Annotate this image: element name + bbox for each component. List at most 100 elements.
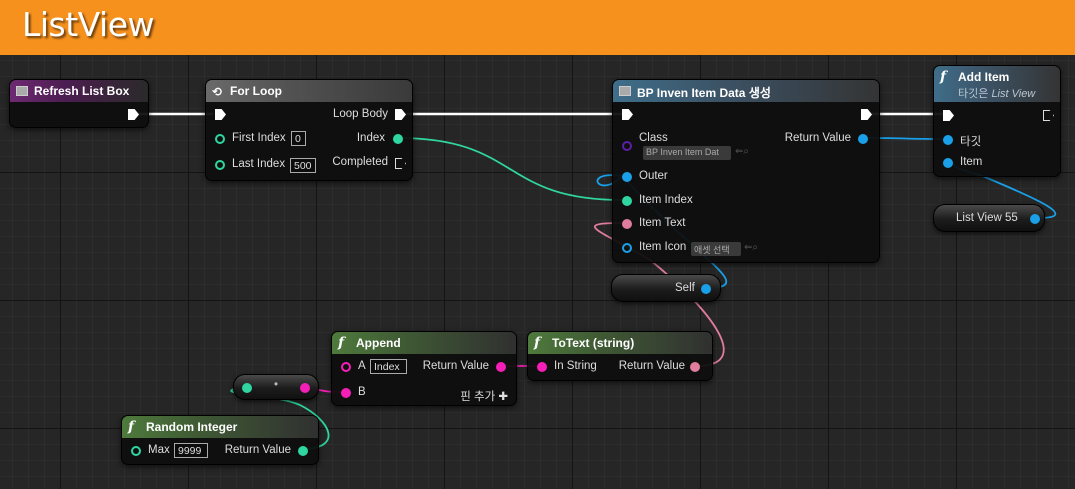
return-value-label: Return Value — [224, 444, 291, 456]
node-header: ⟲ For Loop — [206, 80, 412, 102]
self-node[interactable]: Self — [611, 274, 721, 302]
graph-title: ListView — [22, 5, 155, 44]
exec-in-pin[interactable] — [215, 109, 226, 120]
variable-out-pin[interactable] — [1030, 214, 1040, 224]
target-label: 타깃 — [960, 136, 982, 148]
node-subtitle: 타깃은 List View — [958, 85, 1035, 101]
exec-out-pin[interactable] — [1043, 110, 1054, 121]
construct-bp-inven-item-data-node[interactable]: BP Inven Item Data 생성 Class BP Inven Ite… — [612, 79, 880, 263]
function-icon: f — [940, 69, 947, 85]
list-view-variable-node[interactable]: List View 55 — [933, 204, 1045, 232]
item-index-pin[interactable] — [622, 196, 632, 206]
node-header: f ToText (string) — [528, 332, 712, 354]
target-pin[interactable] — [943, 135, 953, 145]
item-icon-pin[interactable] — [622, 243, 632, 253]
function-icon: f — [338, 335, 345, 351]
random-integer-node[interactable]: f Random Integer Max 9999 Return Value — [121, 415, 319, 465]
conversion-node[interactable]: • — [233, 374, 319, 400]
plus-icon: ✚ — [498, 391, 508, 403]
exec-in-pin[interactable] — [943, 110, 954, 121]
a-label: A — [358, 360, 366, 372]
first-index-pin[interactable] — [215, 134, 225, 144]
construct-icon — [619, 86, 631, 96]
node-title: Append — [356, 336, 401, 350]
for-loop-node[interactable]: ⟲ For Loop First Index 0 Last Index 500 … — [205, 79, 413, 181]
int-wire — [397, 137, 623, 201]
refresh-list-box-node[interactable]: Refresh List Box — [9, 79, 149, 128]
exec-out-pin[interactable] — [128, 109, 139, 120]
item-text-label: Item Text — [639, 217, 686, 229]
last-index-label: Last Index — [232, 158, 286, 170]
exec-in-pin[interactable] — [622, 109, 633, 120]
title-bar: ListView — [0, 0, 1075, 55]
node-title: Random Integer — [146, 420, 238, 434]
item-label: Item — [960, 156, 983, 168]
conversion-out-pin[interactable] — [300, 383, 310, 393]
node-header: Refresh List Box — [10, 80, 148, 102]
a-pin[interactable] — [341, 362, 351, 372]
event-icon — [16, 86, 28, 96]
node-header: f Append — [332, 332, 516, 354]
max-pin[interactable] — [131, 446, 141, 456]
self-label: Self — [675, 282, 695, 294]
append-node[interactable]: f Append A Index B Return Value 핀 추가 ✚ — [331, 331, 517, 406]
item-icon-dropdown[interactable]: 애셋 선택 — [691, 242, 741, 256]
index-label: Index — [356, 132, 385, 144]
node-header: BP Inven Item Data 생성 — [613, 80, 879, 102]
add-item-node[interactable]: f Add Item 타깃은 List View 타깃 Item — [933, 65, 1061, 177]
outer-label: Outer — [639, 170, 668, 182]
node-title: BP Inven Item Data 생성 — [637, 86, 771, 100]
node-header: f Add Item 타깃은 List View — [934, 66, 1060, 102]
first-index-field[interactable]: 0 — [291, 131, 306, 146]
function-icon: f — [128, 419, 135, 435]
loop-body-label: Loop Body — [333, 108, 388, 120]
loop-body-pin[interactable] — [395, 109, 406, 120]
b-pin[interactable] — [341, 388, 351, 398]
variable-label: List View 55 — [956, 212, 1018, 224]
return-value-label: Return Value — [784, 132, 851, 144]
return-value-pin[interactable] — [298, 446, 308, 456]
subtitle-target: List View — [991, 88, 1036, 100]
node-title: ToText (string) — [552, 336, 635, 350]
completed-pin[interactable] — [395, 158, 406, 169]
class-dropdown[interactable]: BP Inven Item Dat — [643, 146, 731, 160]
outer-pin[interactable] — [622, 172, 632, 182]
a-field[interactable]: Index — [370, 359, 407, 374]
add-pin-button[interactable]: 핀 추가 ✚ — [460, 388, 508, 404]
subtitle-prefix: 타깃은 — [958, 88, 989, 100]
function-icon: f — [534, 335, 541, 351]
item-icon-label: Item Icon — [639, 241, 687, 253]
item-pin[interactable] — [943, 158, 953, 168]
in-string-label: In String — [554, 360, 597, 372]
add-pin-label: 핀 추가 — [460, 391, 496, 403]
item-text-pin[interactable] — [622, 219, 632, 229]
asset-browse-icon[interactable]: ⇐⌕ — [744, 242, 758, 253]
return-value-label: Return Value — [618, 360, 685, 372]
node-title: For Loop — [230, 84, 282, 98]
b-label: B — [358, 386, 366, 398]
conversion-in-pin[interactable] — [242, 383, 252, 393]
loop-icon: ⟲ — [212, 85, 223, 99]
return-value-label: Return Value — [422, 360, 489, 372]
last-index-field[interactable]: 500 — [290, 158, 316, 173]
node-header: f Random Integer — [122, 416, 318, 438]
to-text-string-node[interactable]: f ToText (string) In String Return Value — [527, 331, 713, 381]
node-title: Refresh List Box — [34, 84, 130, 98]
return-value-pin[interactable] — [858, 134, 868, 144]
return-value-pin[interactable] — [690, 362, 700, 372]
max-label: Max — [148, 444, 170, 456]
return-value-pin[interactable] — [496, 362, 506, 372]
last-index-pin[interactable] — [215, 160, 225, 170]
first-index-label: First Index — [232, 132, 286, 144]
class-label: Class — [639, 132, 668, 144]
completed-label: Completed — [332, 156, 388, 168]
conversion-dot-icon: • — [274, 379, 279, 391]
class-pin[interactable] — [622, 141, 632, 151]
browse-icon[interactable]: ⇐⌕ — [735, 146, 749, 157]
exec-out-pin[interactable] — [861, 109, 872, 120]
self-out-pin[interactable] — [701, 284, 711, 294]
index-out-pin[interactable] — [393, 134, 403, 144]
in-string-pin[interactable] — [537, 362, 547, 372]
max-field[interactable]: 9999 — [174, 443, 208, 458]
node-title: Add Item — [958, 70, 1010, 84]
